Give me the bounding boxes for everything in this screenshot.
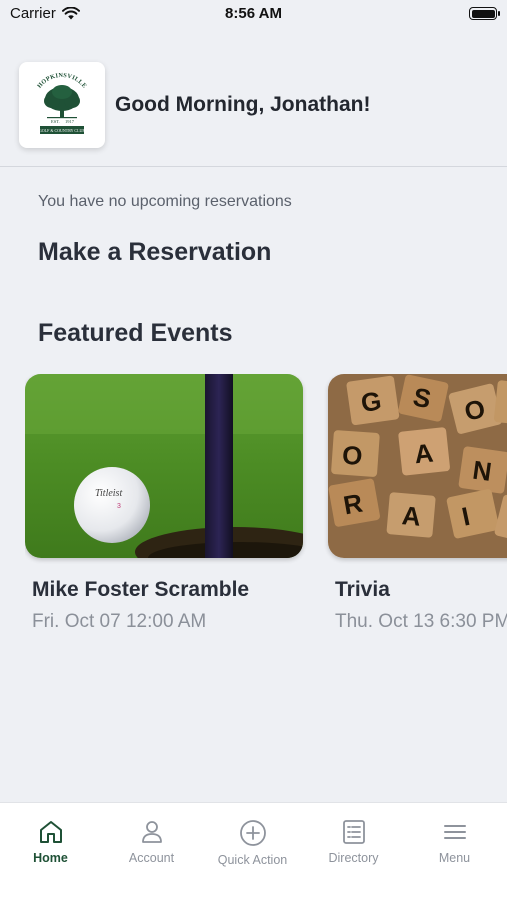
list-icon bbox=[342, 820, 365, 844]
tab-quick-action[interactable]: Quick Action bbox=[202, 819, 303, 867]
svg-text:Titleist: Titleist bbox=[95, 488, 122, 499]
tab-menu[interactable]: Menu bbox=[404, 819, 505, 865]
header: HOPKINSVILLE EST. 1917 GOLF & COUNTRY CL… bbox=[19, 62, 370, 148]
make-reservation-link[interactable]: Make a Reservation bbox=[38, 238, 271, 267]
logo-subtitle: GOLF & COUNTRY CLUB bbox=[39, 128, 86, 133]
plus-circle-icon bbox=[239, 820, 266, 846]
event-name: Mike Foster Scramble bbox=[32, 578, 250, 601]
tab-label: Account bbox=[128, 851, 175, 865]
event-date: Fri. Oct 07 12:00 AM bbox=[32, 611, 207, 632]
home-screen: Carrier 8:56 AM HOPKINSVILLE EST. 1917 G… bbox=[0, 0, 507, 900]
event-card[interactable]: Titleist 3 Mike Foster Scramble Fri. Oct… bbox=[25, 374, 305, 633]
svg-text:A: A bbox=[401, 500, 423, 532]
status-bar: Carrier 8:56 AM bbox=[0, 0, 507, 30]
tab-label: Home bbox=[33, 851, 68, 865]
club-logo: HOPKINSVILLE EST. 1917 GOLF & COUNTRY CL… bbox=[19, 62, 105, 148]
battery-icon bbox=[469, 7, 500, 20]
tab-label: Directory bbox=[328, 851, 379, 865]
svg-text:O: O bbox=[341, 440, 363, 471]
hamburger-icon bbox=[443, 825, 466, 839]
letter-tiles-image[interactable]: G S O Z C O A N D R A I A E bbox=[328, 374, 507, 558]
featured-events-title: Featured Events bbox=[38, 319, 233, 347]
event-date: Thu. Oct 13 6:30 PM bbox=[335, 611, 507, 632]
event-card[interactable]: G S O Z C O A N D R A I A E bbox=[328, 374, 507, 633]
golf-ball-image[interactable]: Titleist 3 bbox=[25, 374, 303, 558]
svg-text:G: G bbox=[359, 385, 383, 418]
logo-year: 1917 bbox=[65, 119, 75, 124]
svg-text:3: 3 bbox=[117, 503, 121, 510]
club-logo-emblem: HOPKINSVILLE EST. 1917 GOLF & COUNTRY CL… bbox=[36, 72, 88, 134]
tab-label: Quick Action bbox=[217, 853, 288, 867]
tab-account[interactable]: Account bbox=[101, 819, 202, 865]
no-reservations-message: You have no upcoming reservations bbox=[38, 193, 292, 210]
featured-events-carousel[interactable]: Titleist 3 Mike Foster Scramble Fri. Oct… bbox=[25, 374, 507, 644]
tab-label: Menu bbox=[438, 851, 471, 865]
header-divider bbox=[0, 166, 507, 167]
tab-directory[interactable]: Directory bbox=[303, 819, 404, 865]
svg-text:A: A bbox=[413, 438, 435, 470]
event-name: Trivia bbox=[335, 578, 390, 601]
status-time: 8:56 AM bbox=[225, 5, 282, 22]
greeting-text: Good Morning, Jonathan! bbox=[115, 93, 371, 116]
logo-est: EST. bbox=[51, 119, 60, 124]
home-icon bbox=[39, 821, 62, 843]
person-icon bbox=[141, 821, 162, 843]
tab-bar: Home Account Quick Action Directory Menu bbox=[0, 802, 507, 900]
tab-home[interactable]: Home bbox=[0, 819, 101, 865]
